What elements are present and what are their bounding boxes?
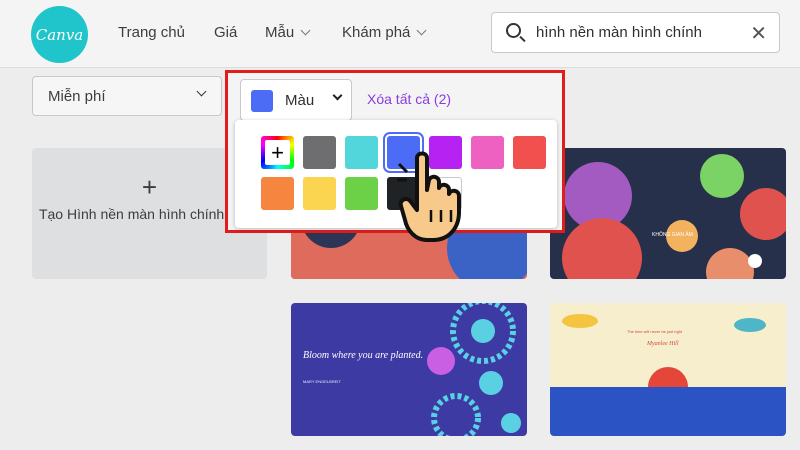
template-card[interactable]: Bloom where you are planted. MARY ENGELB… [291,303,527,436]
template-quote-line: Bloom where you are planted. [303,350,423,361]
template-caption: KHÔNG GIAN ẢM [652,231,693,238]
search-value: hình nền màn hình chính [536,24,702,41]
selected-color-swatch [251,90,273,112]
canva-logo[interactable]: Canva [31,6,88,63]
top-navigation-bar: Canva Trang chủ Giá Mẫu Khám phá hình nề… [0,0,800,68]
nav-home-label: Trang chủ [118,24,185,41]
template-author: MARY ENGELBREIT [303,379,341,384]
nav-discover-label: Khám phá [342,24,411,41]
nav-templates-label: Mẫu [265,24,295,41]
color-swatch-yellow[interactable] [303,177,336,210]
chevron-down-icon [300,25,311,36]
close-icon[interactable]: ✕ [750,21,767,46]
color-swatch-orange[interactable] [261,177,294,210]
template-card[interactable]: The time will never be just right Myanle… [550,303,786,436]
chevron-down-icon [196,86,207,97]
color-swatch-cyan[interactable] [345,136,378,169]
template-subtitle: The time will never be just right [627,329,683,334]
template-thumbnail: Bloom where you are planted. MARY ENGELB… [303,303,521,436]
template-thumbnail: The time will never be just right Myanle… [550,314,786,436]
plus-icon: + [265,140,290,165]
chevron-down-icon [332,90,343,101]
color-filter-label: Màu [285,92,315,109]
nav-home[interactable]: Trang chủ [118,24,185,41]
template-title: Myanlee Hill [646,341,679,347]
price-filter-dropdown[interactable]: Miễn phí [32,76,222,116]
color-swatch-green[interactable] [345,177,378,210]
nav-pricing[interactable]: Giá [214,24,237,41]
template-thumbnail: KHÔNG GIAN ẢM [562,154,786,279]
template-card[interactable]: KHÔNG GIAN ẢM [550,148,786,279]
color-filter-dropdown[interactable]: Màu [240,79,352,121]
search-icon [506,23,521,38]
color-swatch-red[interactable] [513,136,546,169]
chevron-down-icon [416,25,427,36]
nav-pricing-label: Giá [214,24,238,41]
nav-discover[interactable]: Khám phá [342,24,427,41]
color-swatch-gray[interactable] [303,136,336,169]
clear-all-link[interactable]: Xóa tất cả (2) [367,91,451,107]
nav-templates[interactable]: Mẫu [265,24,311,41]
add-custom-color-button[interactable]: + [261,136,294,169]
price-filter-label: Miễn phí [48,88,106,105]
pointer-hand-icon [397,151,461,242]
search-input[interactable]: hình nền màn hình chính ✕ [491,12,780,53]
